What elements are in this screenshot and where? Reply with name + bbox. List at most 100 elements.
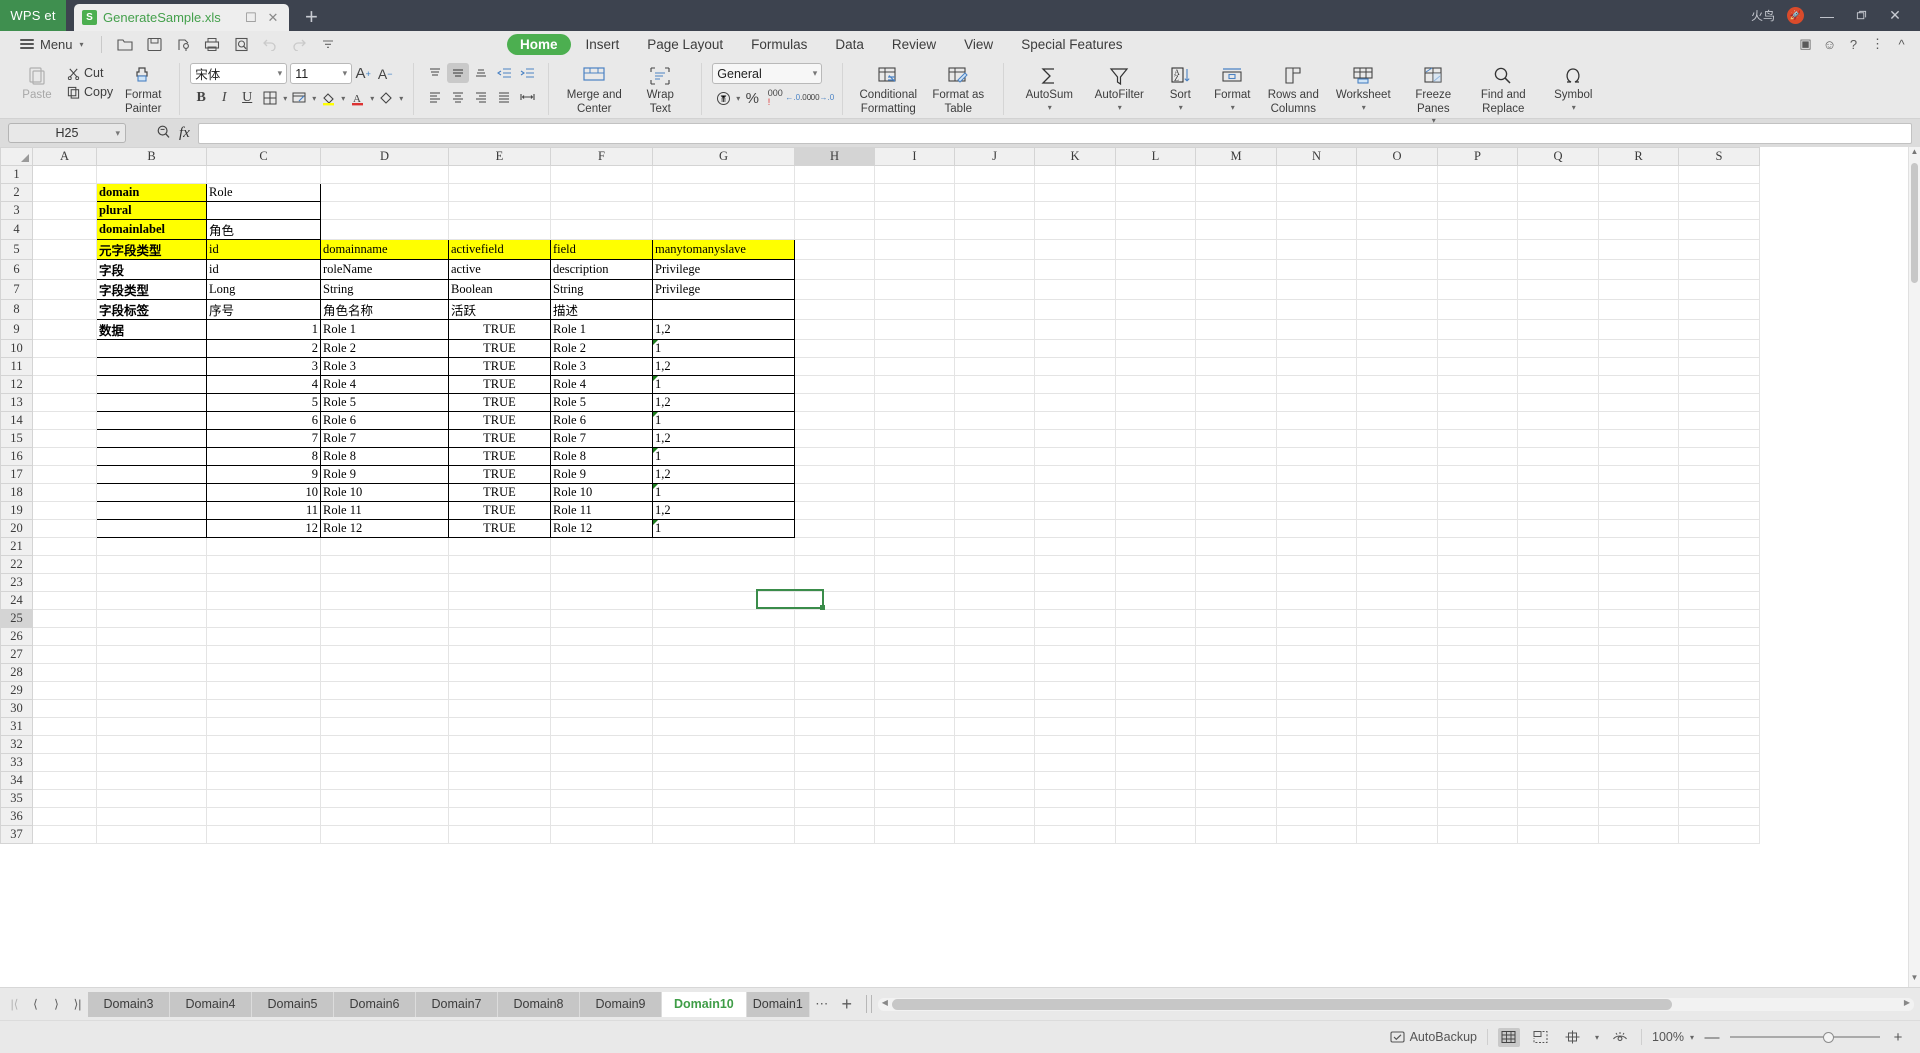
percent-icon[interactable]: % [741, 88, 763, 108]
cell-D31[interactable] [320, 717, 449, 736]
cell-G6[interactable]: Privilege [652, 259, 795, 280]
cell-N3[interactable] [1276, 201, 1357, 220]
cell-N26[interactable] [1276, 627, 1357, 646]
first-sheet-icon[interactable]: |⟨ [4, 997, 25, 1011]
cell-I30[interactable] [874, 699, 955, 718]
cell-R6[interactable] [1598, 259, 1679, 280]
cell-I35[interactable] [874, 789, 955, 808]
cell-J32[interactable] [954, 735, 1035, 754]
cell-L18[interactable] [1115, 483, 1196, 502]
cell-S20[interactable] [1678, 519, 1760, 538]
cell-L25[interactable] [1115, 609, 1196, 628]
cell-F20[interactable]: Role 12 [550, 519, 653, 538]
cell-P8[interactable] [1437, 299, 1518, 320]
cell-D28[interactable] [320, 663, 449, 682]
cell-F37[interactable] [550, 825, 653, 844]
cell-N28[interactable] [1276, 663, 1357, 682]
cell-M6[interactable] [1195, 259, 1277, 280]
cell-L1[interactable] [1115, 165, 1196, 184]
cell-P13[interactable] [1437, 393, 1518, 412]
cell-S16[interactable] [1678, 447, 1760, 466]
cell-N33[interactable] [1276, 753, 1357, 772]
document-tab[interactable]: S GenerateSample.xls ☐ ✕ [74, 4, 289, 31]
cell-M9[interactable] [1195, 319, 1277, 340]
cell-H2[interactable] [794, 183, 875, 202]
cell-M36[interactable] [1195, 807, 1277, 826]
cell-G26[interactable] [652, 627, 795, 646]
cell-M1[interactable] [1195, 165, 1277, 184]
cell-I21[interactable] [874, 537, 955, 556]
row-header-28[interactable]: 28 [0, 663, 33, 682]
cell-Q19[interactable] [1517, 501, 1599, 520]
cell-L6[interactable] [1115, 259, 1196, 280]
cell-L29[interactable] [1115, 681, 1196, 700]
page-break-view-icon[interactable] [1530, 1028, 1552, 1047]
cell-Q14[interactable] [1517, 411, 1599, 430]
tab-insert[interactable]: Insert [573, 34, 633, 55]
cell-R25[interactable] [1598, 609, 1679, 628]
cell-Q5[interactable] [1517, 239, 1599, 260]
cell-J2[interactable] [954, 183, 1035, 202]
cell-B24[interactable] [96, 591, 207, 610]
cell-S2[interactable] [1678, 183, 1760, 202]
cell-J12[interactable] [954, 375, 1035, 394]
cell-K35[interactable] [1034, 789, 1116, 808]
cell-M18[interactable] [1195, 483, 1277, 502]
row-header-14[interactable]: 14 [0, 411, 33, 430]
cell-F11[interactable]: Role 3 [550, 357, 653, 376]
cell-E34[interactable] [448, 771, 551, 790]
cell-E33[interactable] [448, 753, 551, 772]
cell-G7[interactable]: Privilege [652, 279, 795, 300]
undo-icon[interactable] [258, 34, 283, 54]
cell-A23[interactable] [32, 573, 97, 592]
cell-B33[interactable] [96, 753, 207, 772]
cell-J9[interactable] [954, 319, 1035, 340]
zoom-slider[interactable] [1730, 1031, 1880, 1044]
cell-M3[interactable] [1195, 201, 1277, 220]
cell-K25[interactable] [1034, 609, 1116, 628]
cell-E17[interactable]: TRUE [448, 465, 551, 484]
cell-H17[interactable] [794, 465, 875, 484]
format-painter-button[interactable]: Format Painter [117, 60, 169, 116]
cell-R17[interactable] [1598, 465, 1679, 484]
zoom-level-button[interactable]: 100% ▾ [1652, 1030, 1694, 1044]
cell-P37[interactable] [1437, 825, 1518, 844]
cell-S13[interactable] [1678, 393, 1760, 412]
cell-Q32[interactable] [1517, 735, 1599, 754]
cell-M14[interactable] [1195, 411, 1277, 430]
cell-B4[interactable]: domainlabel [96, 219, 207, 240]
cell-C8[interactable]: 序号 [206, 299, 321, 320]
cell-K31[interactable] [1034, 717, 1116, 736]
cell-D16[interactable]: Role 8 [320, 447, 449, 466]
cell-K34[interactable] [1034, 771, 1116, 790]
cell-E23[interactable] [448, 573, 551, 592]
cell-Q18[interactable] [1517, 483, 1599, 502]
row-header-19[interactable]: 19 [0, 501, 33, 520]
cell-E22[interactable] [448, 555, 551, 574]
cell-N30[interactable] [1276, 699, 1357, 718]
cell-F5[interactable]: field [550, 239, 653, 260]
zoom-in-button[interactable]: + [1890, 1029, 1906, 1046]
cell-M23[interactable] [1195, 573, 1277, 592]
cell-H37[interactable] [794, 825, 875, 844]
cell-O9[interactable] [1356, 319, 1438, 340]
restore-tab-icon[interactable]: ☐ [243, 10, 259, 26]
cell-K33[interactable] [1034, 753, 1116, 772]
cell-G9[interactable]: 1,2 [652, 319, 795, 340]
cell-J36[interactable] [954, 807, 1035, 826]
cell-I36[interactable] [874, 807, 955, 826]
cell-S6[interactable] [1678, 259, 1760, 280]
presentation-icon[interactable]: ▣ [1795, 36, 1816, 52]
cell-O7[interactable] [1356, 279, 1438, 300]
cell-S18[interactable] [1678, 483, 1760, 502]
cell-L14[interactable] [1115, 411, 1196, 430]
cell-D2[interactable] [320, 183, 449, 202]
cell-A14[interactable] [32, 411, 97, 430]
cell-O19[interactable] [1356, 501, 1438, 520]
cell-A8[interactable] [32, 299, 97, 320]
cell-S5[interactable] [1678, 239, 1760, 260]
cell-L26[interactable] [1115, 627, 1196, 646]
cell-F34[interactable] [550, 771, 653, 790]
cell-H8[interactable] [794, 299, 875, 320]
cell-E9[interactable]: TRUE [448, 319, 551, 340]
